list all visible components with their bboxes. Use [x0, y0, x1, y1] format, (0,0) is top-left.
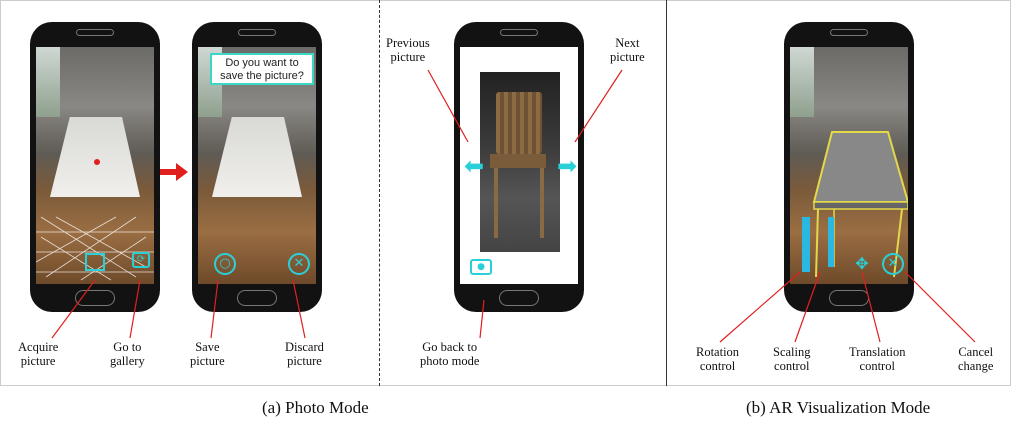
label-translation-control: Translation control — [849, 345, 906, 373]
label-cancel-change: Cancel change — [958, 345, 994, 373]
label-previous-picture: Previous picture — [386, 36, 430, 64]
label-save-picture: Save picture — [190, 340, 225, 368]
label-go-to-gallery: Go to gallery — [110, 340, 145, 368]
label-discard-picture: Discard picture — [285, 340, 324, 368]
label-rotation-control: Rotation control — [696, 345, 740, 373]
label-scaling-control: Scaling control — [773, 345, 811, 373]
label-next-picture: Next picture — [610, 36, 645, 64]
label-go-back: Go back to photo mode — [420, 340, 480, 368]
caption-photo-mode: (a) Photo Mode — [262, 398, 369, 417]
caption-ar-mode: (b) AR Visualization Mode — [746, 398, 931, 417]
label-acquire-picture: Acquire picture — [18, 340, 59, 368]
